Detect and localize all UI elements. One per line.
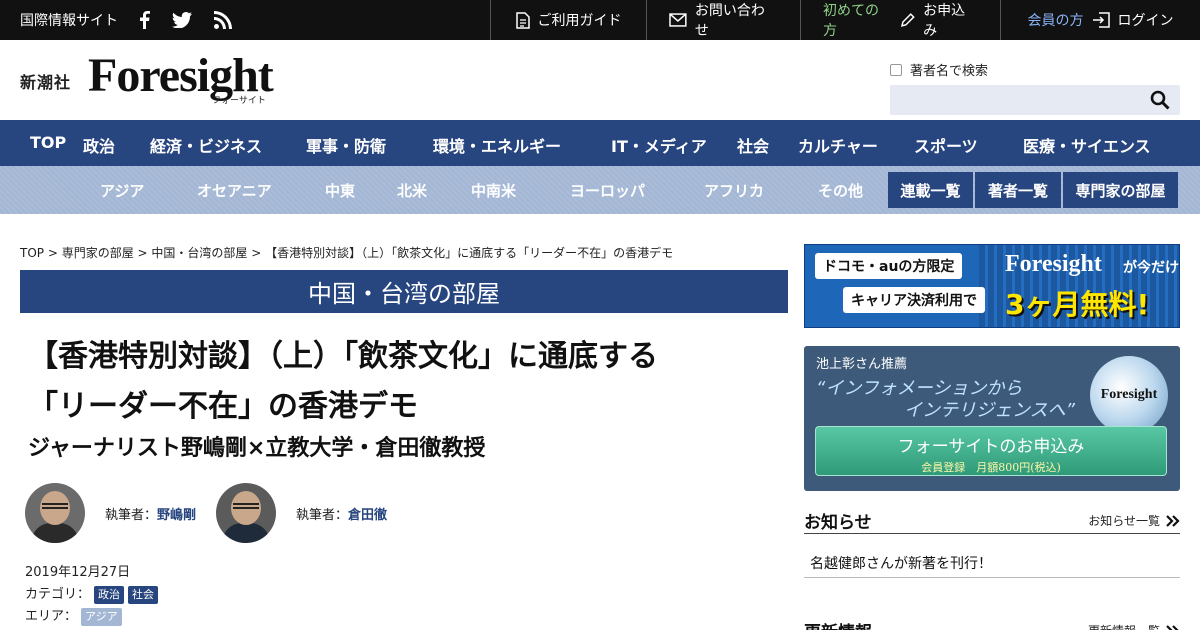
area-row: エリア： アジア xyxy=(25,606,158,628)
series-list-button[interactable]: 連載一覧 xyxy=(888,172,973,208)
social-links xyxy=(138,11,232,29)
double-chevron-right-icon xyxy=(1166,624,1180,630)
category-tag[interactable]: 政治 xyxy=(94,586,125,604)
nav-defense[interactable]: 軍事・防衛 xyxy=(306,133,386,157)
article-subtitle: ジャーナリスト野嶋剛×立教大学・倉田徹教授 xyxy=(28,436,486,461)
login-link[interactable]: 会員の方 ログイン xyxy=(1000,0,1200,40)
nav-others[interactable]: その他 xyxy=(818,180,863,201)
login-icon xyxy=(1092,12,1110,28)
nav-asia[interactable]: アジア xyxy=(100,180,144,201)
carrier-promo-banner[interactable]: ドコモ・auの方限定 キャリア決済利用で Foresight が今だけ 3ヶ月無… xyxy=(804,244,1180,328)
apply-button[interactable]: フォーサイトのお申込み 会員登録 月額800円(税込) xyxy=(815,426,1167,476)
nav-politics[interactable]: 政治 xyxy=(83,133,115,157)
site-label: 国際情報サイト xyxy=(20,13,118,29)
nav-africa[interactable]: アフリカ xyxy=(704,180,764,201)
room-banner: 中国・台湾の部屋 xyxy=(20,270,788,313)
main-nav: TOP 政治 経済・ビジネス 軍事・防衛 環境・エネルギー IT・メディア 社会… xyxy=(0,120,1200,166)
notice-item[interactable]: 名越健郎さんが新著を刊行！ xyxy=(804,544,1180,578)
title-line-2: 「リーダー不在」の香港デモ xyxy=(28,389,418,424)
nav-sports[interactable]: スポーツ xyxy=(914,133,978,157)
search-icon[interactable] xyxy=(1150,90,1170,114)
updates-more-link[interactable]: 更新情報一覧 xyxy=(1088,622,1180,630)
nav-science[interactable]: 医療・サイエンス xyxy=(1023,133,1151,157)
category-row: カテゴリ： 政治 社会 xyxy=(25,584,159,606)
pencil-icon xyxy=(900,13,915,27)
nav-latin-america[interactable]: 中南米 xyxy=(471,180,516,201)
area-tag[interactable]: アジア xyxy=(81,608,122,626)
author-2-link[interactable]: 倉田徹 xyxy=(348,508,387,523)
double-chevron-right-icon xyxy=(1166,514,1180,527)
author-search-checkbox[interactable]: 著者名で検索 xyxy=(890,60,1180,79)
nav-it-media[interactable]: IT・メディア xyxy=(611,133,707,157)
nav-middle-east[interactable]: 中東 xyxy=(325,180,355,201)
updates-header: 更新情報 更新情報一覧 xyxy=(804,618,1180,630)
logo-subtitle: フォーサイト xyxy=(212,96,266,106)
avatar[interactable] xyxy=(25,483,85,543)
title-line-1: 【香港特別対談】（上）「飲茶文化」に通底する xyxy=(28,339,658,374)
mail-icon xyxy=(669,13,687,27)
search-area: 著者名で検索 xyxy=(890,60,1180,115)
avatar[interactable] xyxy=(216,483,277,543)
author-1-link[interactable]: 野嶋剛 xyxy=(157,508,196,523)
nav-society[interactable]: 社会 xyxy=(737,133,769,157)
search-box xyxy=(890,85,1180,115)
nav-economy[interactable]: 経済・ビジネス xyxy=(150,133,262,157)
top-links: ご利用ガイド お問い合わせ 初めての方 お申込み 会員の方 ログイン xyxy=(490,0,1200,40)
article-title: 【香港特別対談】（上）「飲茶文化」に通底する 「リーダー不在」の香港デモ xyxy=(28,332,788,432)
twitter-icon[interactable] xyxy=(172,12,192,28)
category-tag[interactable]: 社会 xyxy=(128,586,159,604)
publish-date: 2019年12月27日 xyxy=(25,565,131,580)
nav-north-america[interactable]: 北米 xyxy=(397,180,427,201)
site-header: 新潮社 Foresight フォーサイト 著者名で検索 xyxy=(0,40,1200,120)
nav-oceania[interactable]: オセアニア xyxy=(197,180,272,201)
checkbox-box[interactable] xyxy=(890,63,902,76)
author-list-button[interactable]: 著者一覧 xyxy=(975,172,1061,208)
nav-europe[interactable]: ヨーロッパ xyxy=(570,180,645,201)
author-1: 執筆者：野嶋剛 xyxy=(105,507,197,523)
breadcrumb[interactable]: TOP > 専門家の部屋 > 中国・台湾の部屋 > 【香港特別対談】（上）「飲茶… xyxy=(20,244,673,261)
subscription-banner: 池上彰さん推薦 “インフォメーションから インテリジェンスへ” Foresigh… xyxy=(804,346,1180,491)
region-nav: アジア オセアニア 中東 北米 中南米 ヨーロッパ アフリカ その他 連載一覧 … xyxy=(0,166,1200,214)
document-icon xyxy=(515,11,530,29)
notice-header: お知らせ お知らせ一覧 xyxy=(804,508,1180,534)
top-bar: 国際情報サイト ご利用ガイド お問い合わせ 初めての方 お申込み 会員の方 ログ… xyxy=(0,0,1200,40)
contact-link[interactable]: お問い合わせ xyxy=(646,0,800,40)
apply-link[interactable]: 初めての方 お申込み xyxy=(800,0,1000,40)
nav-culture[interactable]: カルチャー xyxy=(798,133,878,157)
author-2: 執筆者：倉田徹 xyxy=(296,507,388,523)
globe-logo-icon: Foresight xyxy=(1090,356,1168,434)
article-meta: 2019年12月27日 カテゴリ： 政治 社会 エリア： アジア xyxy=(25,562,159,628)
notice-more-link[interactable]: お知らせ一覧 xyxy=(1088,512,1180,529)
facebook-icon[interactable] xyxy=(138,11,150,29)
nav-environment[interactable]: 環境・エネルギー xyxy=(433,133,561,157)
guide-link[interactable]: ご利用ガイド xyxy=(490,0,646,40)
nav-top[interactable]: TOP xyxy=(30,133,66,152)
publisher-logo[interactable]: 新潮社 xyxy=(20,69,71,93)
author-list: 執筆者：野嶋剛 執筆者：倉田徹 xyxy=(25,483,387,543)
search-input[interactable] xyxy=(890,85,1140,115)
rss-icon[interactable] xyxy=(214,11,232,29)
experts-room-button[interactable]: 専門家の部屋 xyxy=(1063,172,1178,208)
